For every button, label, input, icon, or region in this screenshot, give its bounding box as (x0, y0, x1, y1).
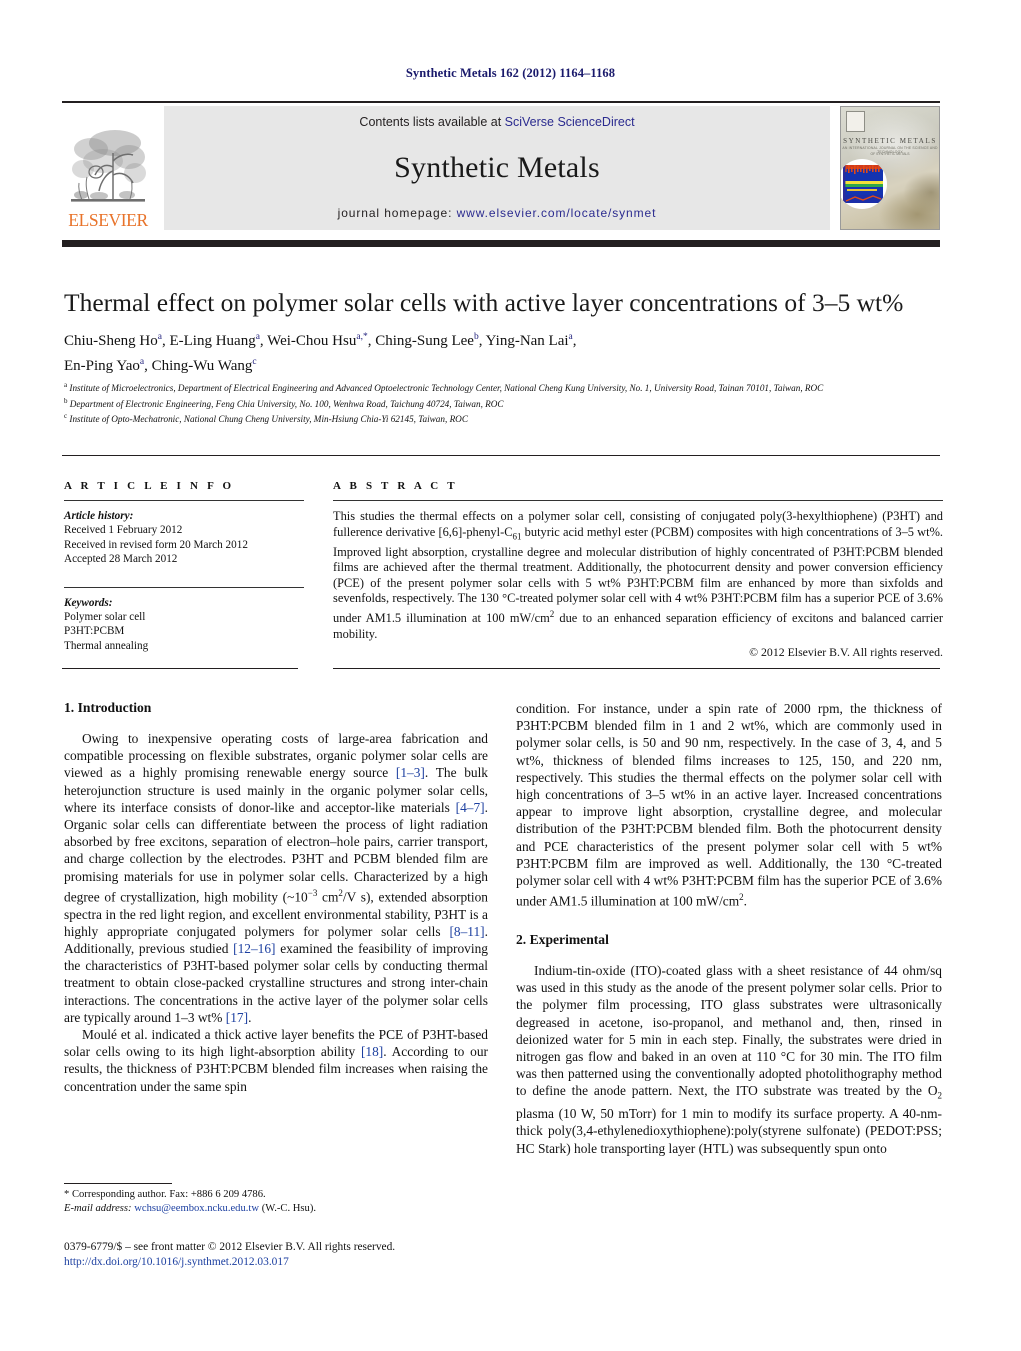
history-revised: Received in revised form 20 March 2012 (64, 538, 248, 551)
elsevier-wordmark: ELSEVIER (68, 209, 148, 230)
author-line-1: Chiu-Sheng Hoa, E-Ling Huanga, Wei-Chou … (64, 332, 577, 349)
sciencedirect-link[interactable]: SciVerse ScienceDirect (505, 115, 635, 129)
page-title: Thermal effect on polymer solar cells wi… (64, 288, 904, 317)
footnote-rule (64, 1183, 172, 1184)
abstract-block-bottom-rule-right (333, 668, 940, 669)
email-label: E-mail address: (64, 1203, 132, 1215)
contents-prefix: Contents lists available at (359, 115, 505, 129)
doi-link[interactable]: http://dx.doi.org/10.1016/j.synthmet.201… (64, 1255, 544, 1270)
affiliation-a: a Institute of Microelectronics, Departm… (64, 381, 824, 394)
paragraph: Moulé et al. indicated a thick active la… (64, 1026, 488, 1094)
paragraph: Owing to inexpensive operating costs of … (64, 731, 488, 1025)
body-column-right: condition. For instance, under a spin ra… (516, 700, 942, 1157)
cover-title: SYNTHETIC METALS (843, 137, 937, 145)
homepage-url-link[interactable]: www.elsevier.com/locate/synmet (457, 206, 657, 220)
section-heading-introduction: 1. Introduction (64, 700, 152, 715)
article-history: Article history: Received 1 February 201… (64, 509, 304, 567)
issn-frontmatter-line: 0379-6779/$ – see front matter © 2012 El… (64, 1241, 396, 1253)
affiliation-b: b Department of Electronic Engineering, … (64, 396, 504, 409)
journal-masthead: ELSEVIER Contents lists available at Sci… (62, 101, 940, 230)
cover-subtitle-2: OF SYNTHETIC METALS (870, 152, 910, 156)
affiliation-c: c Institute of Opto-Mechatronic, Nationa… (64, 412, 468, 425)
abstract-block-bottom-rule-left (62, 668, 298, 669)
abstract-rule (333, 500, 943, 501)
homepage-prefix: journal homepage: (337, 206, 457, 220)
keyword-3: Thermal annealing (64, 639, 149, 652)
affiliation-list: a Institute of Microelectronics, Departm… (64, 379, 944, 426)
section-heading-experimental: 2. Experimental (516, 931, 609, 947)
cover-spectrum-figure (843, 165, 883, 203)
keyword-2: P3HT:PCBM (64, 625, 125, 638)
contents-available-line: Contents lists available at SciVerse Sci… (359, 115, 634, 129)
email-link[interactable]: wchsu@eembox.ncku.edu.tw (134, 1203, 259, 1214)
abstract-copyright: © 2012 Elsevier B.V. All rights reserved… (749, 645, 943, 660)
abstract-column: A B S T R A C T This studies the thermal… (333, 480, 943, 660)
paragraph: Indium-tin-oxide (ITO)-coated glass with… (516, 962, 942, 1156)
email-note: E-mail address: wchsu@eembox.ncku.edu.tw… (64, 1202, 488, 1216)
corresponding-author-note: * Corresponding author. Fax: +886 6 209 … (64, 1189, 266, 1200)
journal-homepage-line: journal homepage: www.elsevier.com/locat… (338, 206, 657, 220)
journal-cover-thumbnail: SYNTHETIC METALS AN INTERNATIONAL JOURNA… (840, 106, 940, 230)
title-separator-rule (62, 240, 940, 247)
author-list: Chiu-Sheng Hoa, E-Ling Huanga, Wei-Chou … (64, 327, 944, 377)
abstract-block-top-rule (62, 455, 940, 456)
paragraph: condition. For instance, under a spin ra… (516, 701, 942, 909)
abstract-text: This studies the thermal effects on a po… (333, 509, 944, 641)
article-info-heading: A R T I C L E I N F O (64, 480, 235, 492)
elsevier-logo: ELSEVIER (62, 106, 154, 230)
paper-page: Synthetic Metals 162 (2012) 1164–1168 EL… (0, 0, 1021, 1351)
running-head: Synthetic Metals 162 (2012) 1164–1168 (405, 66, 616, 80)
elsevier-tree-icon (71, 129, 146, 202)
body-column-left: 1. Introduction Owing to inexpensive ope… (64, 700, 488, 1095)
email-owner: (W.-C. Hsu). (261, 1203, 317, 1215)
footnote-block: * Corresponding author. Fax: +886 6 209 … (64, 1188, 488, 1217)
article-info-rule-2 (64, 586, 304, 588)
author-line-2: En-Ping Yaoa, Ching-Wu Wangc (64, 357, 257, 374)
imprint-block: 0379-6779/$ – see front matter © 2012 El… (64, 1240, 544, 1270)
history-accepted: Accepted 28 March 2012 (64, 553, 178, 566)
cover-publisher-mark (846, 111, 865, 132)
cover-spectrum-ellipse (841, 159, 887, 209)
keywords-block: Keywords: Polymer solar cell P3HT:PCBM T… (64, 596, 304, 654)
article-info-rule-1 (64, 500, 304, 501)
history-received: Received 1 February 2012 (64, 524, 183, 537)
article-info-column: A R T I C L E I N F O Article history: R… (64, 480, 304, 653)
journal-title: Synthetic Metals (394, 150, 600, 184)
article-history-label: Article history: (64, 510, 134, 522)
journal-band: Contents lists available at SciVerse Sci… (164, 106, 830, 230)
abstract-heading: A B S T R A C T (333, 480, 458, 492)
keyword-1: Polymer solar cell (64, 611, 146, 624)
keywords-label: Keywords: (64, 596, 113, 609)
